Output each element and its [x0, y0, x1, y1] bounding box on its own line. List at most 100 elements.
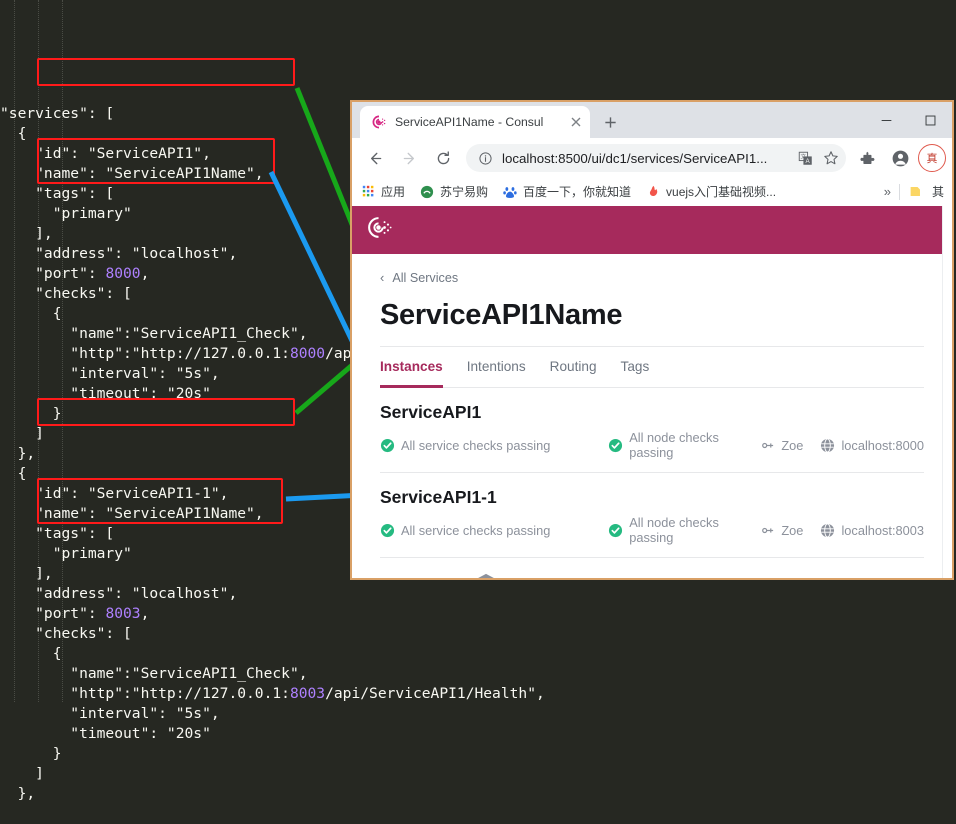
avatar-label: 真	[926, 153, 938, 165]
node-label: Zoe	[781, 437, 804, 453]
node-info: Zoe	[760, 523, 820, 538]
tab-intentions[interactable]: Intentions	[467, 359, 526, 388]
instance-name[interactable]: ServiceAPI1	[380, 402, 924, 423]
check-circle-icon	[380, 438, 395, 453]
browser-toolbar: localhost:8500/ui/dc1/services/ServiceAP…	[352, 138, 952, 178]
tab-strip: ServiceAPI1Name - Consul	[352, 102, 952, 138]
bookmark-suning[interactable]: 苏宁易购	[419, 183, 488, 200]
bookmark-label: 其	[931, 185, 944, 199]
instance-meta: All service checks passing All node chec…	[380, 515, 924, 545]
tab-title: ServiceAPI1Name - Consul	[395, 115, 544, 129]
info-circle-icon[interactable]	[476, 149, 494, 167]
breadcrumb[interactable]: ‹ All Services	[380, 254, 952, 285]
consul-app-header	[352, 206, 952, 254]
check-circle-icon	[608, 438, 623, 453]
code-line: {	[0, 645, 62, 662]
code-line: "checks": [	[0, 625, 132, 642]
code-line: "port": 8003,	[0, 605, 150, 622]
node-checks-label: All node checks passing	[629, 515, 719, 545]
bookmark-label: 苏宁易购	[440, 185, 489, 199]
address-info: localhost:8000	[820, 438, 924, 453]
code-line: }	[0, 745, 62, 762]
forward-arrow-icon[interactable]	[394, 143, 424, 173]
avatar[interactable]: 真	[918, 144, 946, 172]
code-line: "name":"ServiceAPI1_Check",	[0, 665, 308, 682]
minimize-button[interactable]	[864, 104, 908, 136]
bookmark-label: 百度一下，你就知道	[523, 185, 632, 199]
bookmark-vuejs[interactable]: vuejs入门基础视频...	[645, 183, 776, 200]
puzzle-icon[interactable]	[853, 143, 883, 173]
suning-icon	[419, 184, 435, 200]
browser-tab[interactable]: ServiceAPI1Name - Consul	[360, 106, 590, 138]
hashicorp-logo	[476, 573, 496, 578]
maximize-button[interactable]	[908, 104, 952, 136]
back-arrow-icon[interactable]	[360, 143, 390, 173]
code-line: "timeout": "20s"	[0, 725, 211, 742]
bookmark-apps[interactable]: 应用	[360, 183, 405, 200]
tab-routing[interactable]: Routing	[550, 359, 597, 388]
account-icon[interactable]	[885, 143, 915, 173]
consul-tabs: Instances Intentions Routing Tags	[380, 347, 952, 388]
check-circle-icon	[608, 523, 623, 538]
code-line: ]	[0, 765, 44, 782]
node-icon	[760, 438, 775, 453]
address-info: localhost:8003	[820, 523, 924, 538]
address-bar[interactable]: localhost:8500/ui/dc1/services/ServiceAP…	[466, 144, 846, 172]
bookmarks-bar: 应用 苏宁易购 百度一下，你就知道 vuejs入门基础视频... » 其	[352, 178, 952, 206]
node-checks-label: All node checks passing	[629, 430, 719, 460]
footer-documentation[interactable]: Documentation	[743, 577, 828, 578]
bookmarks-overflow[interactable]: » 其	[884, 183, 944, 200]
bookmark-label: 应用	[381, 185, 406, 199]
service-checks-label: All service checks passing	[401, 437, 551, 453]
chevron-left-icon: ‹	[380, 270, 385, 285]
tab-instances[interactable]: Instances	[380, 359, 443, 388]
status-badge: All service checks passing	[380, 523, 608, 538]
breadcrumb-label[interactable]: All Services	[392, 271, 458, 285]
list-item[interactable]: ServiceAPI1-1 All service checks passing…	[380, 473, 924, 558]
window-controls	[864, 102, 952, 138]
node-label: Zoe	[781, 522, 804, 538]
node-info: Zoe	[760, 438, 820, 453]
baidu-icon	[502, 184, 518, 200]
scrollbar[interactable]	[942, 206, 952, 578]
tab-tags[interactable]: Tags	[621, 359, 650, 388]
consul-page-body: ‹ All Services ServiceAPI1Name Instances…	[352, 254, 952, 578]
node-icon	[760, 523, 775, 538]
apps-grid-icon	[360, 184, 376, 200]
close-icon[interactable]	[568, 114, 584, 130]
globe-icon	[820, 437, 835, 453]
instance-meta: All service checks passing All node chec…	[380, 430, 924, 460]
chrome-browser-window: ServiceAPI1Name - Consul localhost:8500/…	[350, 100, 954, 580]
divider	[898, 183, 900, 200]
consul-footer: © 2021 HashiCorp Consul 1.9.4 Documentat…	[380, 558, 924, 578]
page-viewport: ‹ All Services ServiceAPI1Name Instances…	[352, 206, 952, 578]
status-badge: All service checks passing	[380, 438, 608, 453]
url-text: localhost:8500/ui/dc1/services/ServiceAP…	[502, 150, 768, 166]
status-badge: All node checks passing	[608, 515, 760, 545]
consul-favicon-icon	[371, 114, 387, 130]
overflow-chevrons[interactable]: »	[884, 184, 891, 199]
footer-copyright: © 2021 HashiCorp	[520, 577, 624, 578]
code-line: },	[0, 785, 36, 802]
page-title: ServiceAPI1Name	[380, 299, 623, 331]
instance-name[interactable]: ServiceAPI1-1	[380, 487, 924, 508]
new-tab-button[interactable]	[596, 108, 624, 136]
service-checks-label: All service checks passing	[401, 522, 551, 538]
flame-icon	[645, 184, 661, 200]
address-label: localhost:8003	[841, 522, 924, 538]
star-icon[interactable]	[822, 149, 840, 167]
footer-version: Consul 1.9.4	[648, 577, 719, 578]
translate-icon[interactable]: A 文	[796, 149, 814, 167]
consul-logo[interactable]	[366, 214, 393, 246]
bookmark-label: vuejs入门基础视频...	[666, 185, 777, 199]
reload-icon[interactable]	[428, 143, 458, 173]
code-line: "interval": "5s",	[0, 705, 220, 722]
bookmark-baidu[interactable]: 百度一下，你就知道	[502, 183, 631, 200]
svg-text:文: 文	[800, 152, 806, 160]
code-line: "address": "localhost",	[0, 585, 238, 602]
code-line: "http":"http://127.0.0.1:8003/api/Servic…	[0, 685, 545, 702]
list-item[interactable]: ServiceAPI1 All service checks passing A…	[380, 388, 924, 473]
folder-icon	[908, 184, 924, 200]
globe-icon	[820, 522, 835, 538]
check-circle-icon	[380, 523, 395, 538]
